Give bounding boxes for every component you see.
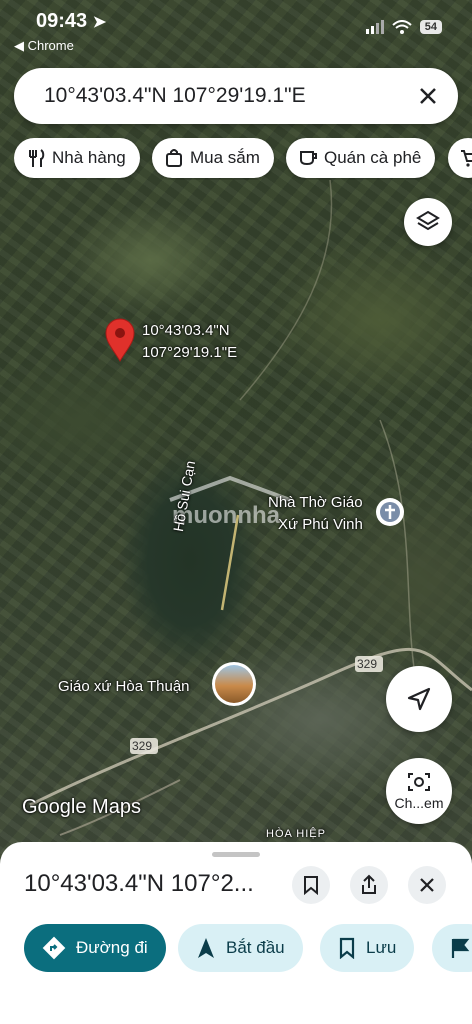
layers-button[interactable]	[404, 198, 452, 246]
red-pin-icon	[105, 318, 135, 362]
coffee-icon	[300, 151, 317, 166]
directions-icon	[42, 936, 66, 960]
pin-coordinates-lat: 10°43'03.4"N	[142, 322, 230, 339]
chip-label: Quán cà phê	[324, 148, 422, 167]
signal-icon	[365, 20, 384, 34]
place-bottom-sheet[interactable]: 10°43'03.4"N 107°2... Đường đi Bắt đầu L…	[0, 842, 472, 1024]
church-name-line2: Xứ Phú Vinh	[278, 516, 363, 533]
clear-search-button[interactable]	[412, 80, 444, 112]
save-place-button[interactable]	[292, 866, 330, 904]
church-marker[interactable]	[376, 498, 404, 526]
restaurant-icon	[29, 149, 45, 167]
navigation-arrow-icon	[407, 687, 431, 711]
hoa-hiep-label: HÒA HIỆP	[266, 828, 326, 840]
flag-icon	[451, 938, 470, 958]
share-button[interactable]	[350, 866, 388, 904]
status-bar: 09:43 ➤ ◀ Chrome 54	[0, 0, 472, 60]
directions-button[interactable]: Đường đi	[24, 924, 166, 972]
location-arrow-icon: ➤	[92, 14, 107, 31]
parish-photo-marker[interactable]	[212, 662, 256, 706]
navigation-arrow-icon	[198, 938, 214, 958]
close-icon	[420, 88, 436, 104]
battery-indicator: 54	[419, 20, 442, 34]
google-maps-logo: Google Maps	[22, 796, 141, 818]
directions-label: Đường đi	[76, 938, 148, 957]
more-action-button[interactable]	[432, 924, 472, 972]
chip-coffee[interactable]: Quán cà phê	[286, 138, 436, 178]
chip-restaurants[interactable]: Nhà hàng	[14, 138, 140, 178]
save-button[interactable]: Lưu	[320, 924, 415, 972]
camera-lens-icon	[408, 773, 430, 791]
chip-label: Mua sắm	[190, 148, 260, 167]
church-name-line1: Nhà Thờ Giáo	[268, 494, 363, 511]
wifi-icon	[392, 20, 412, 34]
pin-coordinates-lng: 107°29'19.1"E	[142, 344, 238, 361]
parish-photo	[215, 665, 253, 703]
category-chips: Nhà hàng Mua sắm Quán cà phê	[14, 138, 472, 180]
bookmark-icon	[339, 937, 355, 959]
search-input[interactable]: 10°43'03.4"N 107°29'19.1"E	[44, 84, 306, 108]
location-pin[interactable]	[104, 318, 136, 367]
layers-icon	[416, 210, 440, 231]
my-location-button[interactable]	[386, 666, 452, 732]
share-icon	[362, 874, 376, 894]
road-329-label-2: 329	[132, 739, 153, 753]
camera-search-button[interactable]: Ch...em	[386, 758, 452, 824]
place-title: 10°43'03.4"N 107°2...	[24, 870, 254, 897]
search-bar[interactable]: 10°43'03.4"N 107°29'19.1"E	[14, 68, 458, 124]
action-buttons-row: Đường đi Bắt đầu Lưu	[24, 924, 472, 974]
close-sheet-button[interactable]	[408, 866, 446, 904]
chip-more[interactable]	[448, 138, 472, 178]
start-label: Bắt đầu	[226, 938, 285, 957]
chip-shopping[interactable]: Mua sắm	[152, 138, 274, 178]
parish-label: Giáo xứ Hòa Thuận	[58, 678, 190, 695]
back-to-app-link[interactable]: ◀ Chrome	[14, 38, 74, 54]
road-329-label: 329	[357, 657, 378, 671]
camera-button-label: Ch...em	[394, 795, 444, 811]
bookmark-icon	[304, 876, 318, 895]
shopping-cart-icon	[461, 150, 472, 167]
start-button[interactable]: Bắt đầu	[178, 924, 303, 972]
status-time: 09:43 ➤	[36, 10, 107, 32]
cross-icon	[380, 502, 400, 522]
close-icon	[420, 878, 434, 892]
shopping-bag-icon	[166, 149, 182, 167]
save-label: Lưu	[366, 938, 397, 957]
chip-label: Nhà hàng	[52, 148, 126, 167]
sheet-drag-handle[interactable]	[212, 852, 260, 857]
